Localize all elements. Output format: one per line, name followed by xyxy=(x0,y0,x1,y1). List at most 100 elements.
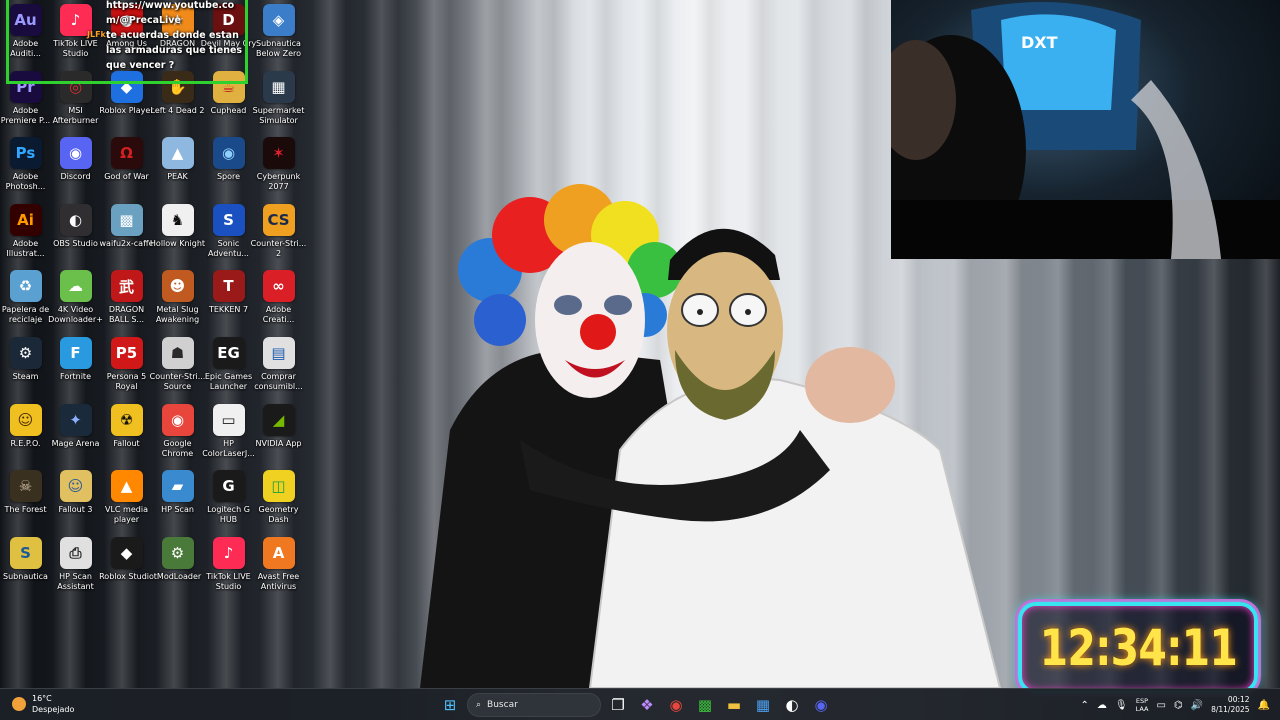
microphone-icon[interactable]: 🎙 xyxy=(1115,700,1128,711)
chat-line: las armaduras que tienes xyxy=(106,45,243,56)
desktop-shortcut-label: Fallout xyxy=(113,439,140,448)
desktop-shortcut[interactable]: S Sonic Adventu... xyxy=(203,200,254,266)
desktop-shortcut[interactable]: G Logitech G HUB xyxy=(203,466,254,532)
desktop-shortcut[interactable]: ▩ waifu2x-caffe xyxy=(100,200,154,266)
desktop-shortcut-label: Fortnite xyxy=(60,372,91,381)
desktop-shortcut[interactable]: ♻ Papelera de reciclaje xyxy=(0,266,51,332)
obs-taskbar-icon[interactable]: ◐ xyxy=(780,693,804,717)
chrome-taskbar-icon[interactable]: ◉ xyxy=(664,693,688,717)
task-view-icon[interactable]: ❐ xyxy=(606,693,630,717)
desktop-shortcut-label: Adobe Creati... xyxy=(262,305,295,324)
discord-taskbar-icon[interactable]: ◉ xyxy=(809,693,833,717)
avast-icon: A xyxy=(262,537,295,569)
desktop-shortcut[interactable]: ▲ VLC media player xyxy=(101,466,152,532)
desktop-shortcut[interactable]: ▦ Supermarket Simulator xyxy=(253,67,304,133)
desktop-shortcut[interactable]: 武 DRAGON BALL S... xyxy=(101,266,152,332)
desktop-shortcut[interactable]: EG Epic Games Launcher xyxy=(203,333,254,399)
input-language[interactable]: ESP LAA xyxy=(1136,697,1149,713)
desktop-shortcut-label: Adobe Premiere P... xyxy=(0,106,51,125)
notification-icon[interactable]: 🔔 xyxy=(1258,700,1270,711)
desktop-shortcut[interactable]: ☁ 4K Video Downloader+ xyxy=(48,266,103,332)
store-icon[interactable]: ▦ xyxy=(751,693,775,717)
minecraft-icon[interactable]: ▩ xyxy=(693,693,717,717)
desktop-shortcut-label: Adobe Illustrat... xyxy=(6,239,45,258)
copilot-icon[interactable]: ❖ xyxy=(635,693,659,717)
chevron-up-icon[interactable]: ⌃ xyxy=(1080,700,1088,711)
desktop-shortcut[interactable]: ◉ Spore xyxy=(203,133,254,199)
desktop-shortcut[interactable]: ♞ Hollow Knight xyxy=(150,200,205,266)
tekken-icon: T xyxy=(212,270,245,302)
desktop-shortcut[interactable]: ◫ Geometry Dash xyxy=(253,466,304,532)
taskbar-clock[interactable]: 00:12 8/11/2025 xyxy=(1211,695,1249,715)
desktop-shortcut-label: HP Scan Assistant xyxy=(57,572,94,591)
desktop-shortcut[interactable]: F Fortnite xyxy=(50,333,101,399)
desktop-shortcut[interactable]: T TEKKEN 7 xyxy=(203,266,254,332)
desktop-shortcut[interactable]: ◐ OBS Studio xyxy=(50,200,101,266)
search-icon: ⌕ xyxy=(476,700,482,710)
photoshop-icon: Ps xyxy=(9,137,42,169)
desktop-shortcut[interactable]: ▰ HP Scan xyxy=(152,466,203,532)
desktop-shortcut[interactable]: ⎙ HP Scan Assistant xyxy=(50,533,101,599)
persona5-icon: P5 xyxy=(110,337,143,369)
desktop-shortcut-label: 4K Video Downloader+ xyxy=(48,305,103,324)
onedrive-icon[interactable]: ☁ xyxy=(1097,700,1107,711)
network-icon[interactable]: ⌬ xyxy=(1174,700,1183,711)
clock-time: 12:34:11 xyxy=(1039,619,1237,677)
desktop-shortcut-label: VLC media player xyxy=(105,505,148,524)
desktop-shortcut-label: HP Scan xyxy=(161,505,194,514)
desktop-shortcut[interactable]: ☺ Fallout 3 xyxy=(50,466,101,532)
desktop-shortcut-label: Metal Slug Awakening xyxy=(155,305,200,324)
desktop-shortcut[interactable]: ✶ Cyberpunk 2077 xyxy=(253,133,304,199)
desktop-shortcut-label: MSI Afterburner xyxy=(52,106,99,125)
desktop-shortcut[interactable]: Ω God of War xyxy=(101,133,152,199)
desktop-shortcut[interactable]: ♪ TikTok LIVE Studio xyxy=(203,533,254,599)
desktop-shortcut[interactable]: ◆ Roblox Studio xyxy=(99,533,154,599)
start-windows-icon[interactable]: ⊞ xyxy=(438,693,462,717)
fallout-icon: ☢ xyxy=(110,404,143,436)
tiktok-live-icon: ♪ xyxy=(212,537,245,569)
chat-line: m/@PrecaLive xyxy=(106,15,181,26)
desktop-shortcut[interactable]: ▤ Comprar consumibl... xyxy=(253,333,304,399)
weather-widget[interactable]: 16°C Despejado xyxy=(12,693,74,715)
desktop-shortcut[interactable]: ◈ Subnautica Below Zero xyxy=(253,0,304,66)
discord-icon: ◉ xyxy=(59,137,92,169)
desktop-shortcut[interactable]: ⚙ tModLoader xyxy=(152,533,203,599)
desktop-shortcut[interactable]: Ai Adobe Illustrat... xyxy=(0,200,51,266)
desktop-shortcut-label: Avast Free Antivirus xyxy=(257,572,300,591)
desktop-shortcut[interactable]: P5 Persona 5 Royal xyxy=(101,333,152,399)
desktop-shortcut[interactable]: ◉ Discord xyxy=(50,133,101,199)
desktop-shortcut-label: TEKKEN 7 xyxy=(208,305,249,314)
desktop-shortcut-label: DRAGON BALL S... xyxy=(108,305,145,324)
taskbar-date: 8/11/2025 xyxy=(1211,705,1250,714)
desktop-shortcut-label: Counter-Stri... Source xyxy=(149,372,206,391)
desktop-shortcut[interactable]: ⚙ Steam xyxy=(0,333,51,399)
system-tray: ⌃ ☁ 🎙 ESP LAA ▭ ⌬ 🔊 00:12 8/11/2025 🔔 xyxy=(1080,693,1270,717)
desktop-shortcut[interactable]: ☢ Fallout xyxy=(101,400,152,466)
desktop-shortcut[interactable]: Ps Adobe Photosh... xyxy=(0,133,51,199)
desktop-shortcut[interactable]: ☠ The Forest xyxy=(0,466,51,532)
desktop-shortcut[interactable]: ▲ PEAK xyxy=(152,133,203,199)
desktop-shortcut[interactable]: A Avast Free Antivirus xyxy=(253,533,304,599)
desktop-shortcut[interactable]: CS Counter-Stri... 2 xyxy=(251,200,306,266)
desktop-shortcut[interactable]: ▭ HP ColorLaserJ... xyxy=(202,400,255,466)
desktop-shortcut[interactable]: ☺ R.E.P.O. xyxy=(0,400,51,466)
desktop-shortcut-label: Roblox Studio xyxy=(99,572,154,581)
taskbar-search-box[interactable]: ⌕ Buscar xyxy=(467,693,601,717)
desktop-shortcut-label: Google Chrome xyxy=(161,439,194,458)
desktop-shortcut-label: Subnautica xyxy=(3,572,48,581)
desktop-shortcut[interactable]: ☻ Metal Slug Awakening xyxy=(152,266,203,332)
desktop-shortcut[interactable]: ☗ Counter-Stri... Source xyxy=(149,333,206,399)
spore-icon: ◉ xyxy=(212,137,245,169)
waifu2x-icon: ▩ xyxy=(110,204,143,236)
monitor-icon[interactable]: ▭ xyxy=(1156,700,1165,711)
mage-arena-icon: ✦ xyxy=(59,404,92,436)
file-explorer-icon[interactable]: ▬ xyxy=(722,693,746,717)
desktop-shortcut[interactable]: S Subnautica xyxy=(0,533,51,599)
desktop-shortcut[interactable]: ◉ Google Chrome xyxy=(152,400,203,466)
volume-icon[interactable]: 🔊 xyxy=(1191,700,1203,711)
desktop-shortcut[interactable]: ✦ Mage Arena xyxy=(50,400,101,466)
subnautica-icon: S xyxy=(9,537,42,569)
desktop-shortcut[interactable]: ◢ NVIDIA App xyxy=(253,400,304,466)
desktop-shortcut-label: Geometry Dash xyxy=(258,505,299,524)
desktop-shortcut[interactable]: ∞ Adobe Creati... xyxy=(253,266,304,332)
